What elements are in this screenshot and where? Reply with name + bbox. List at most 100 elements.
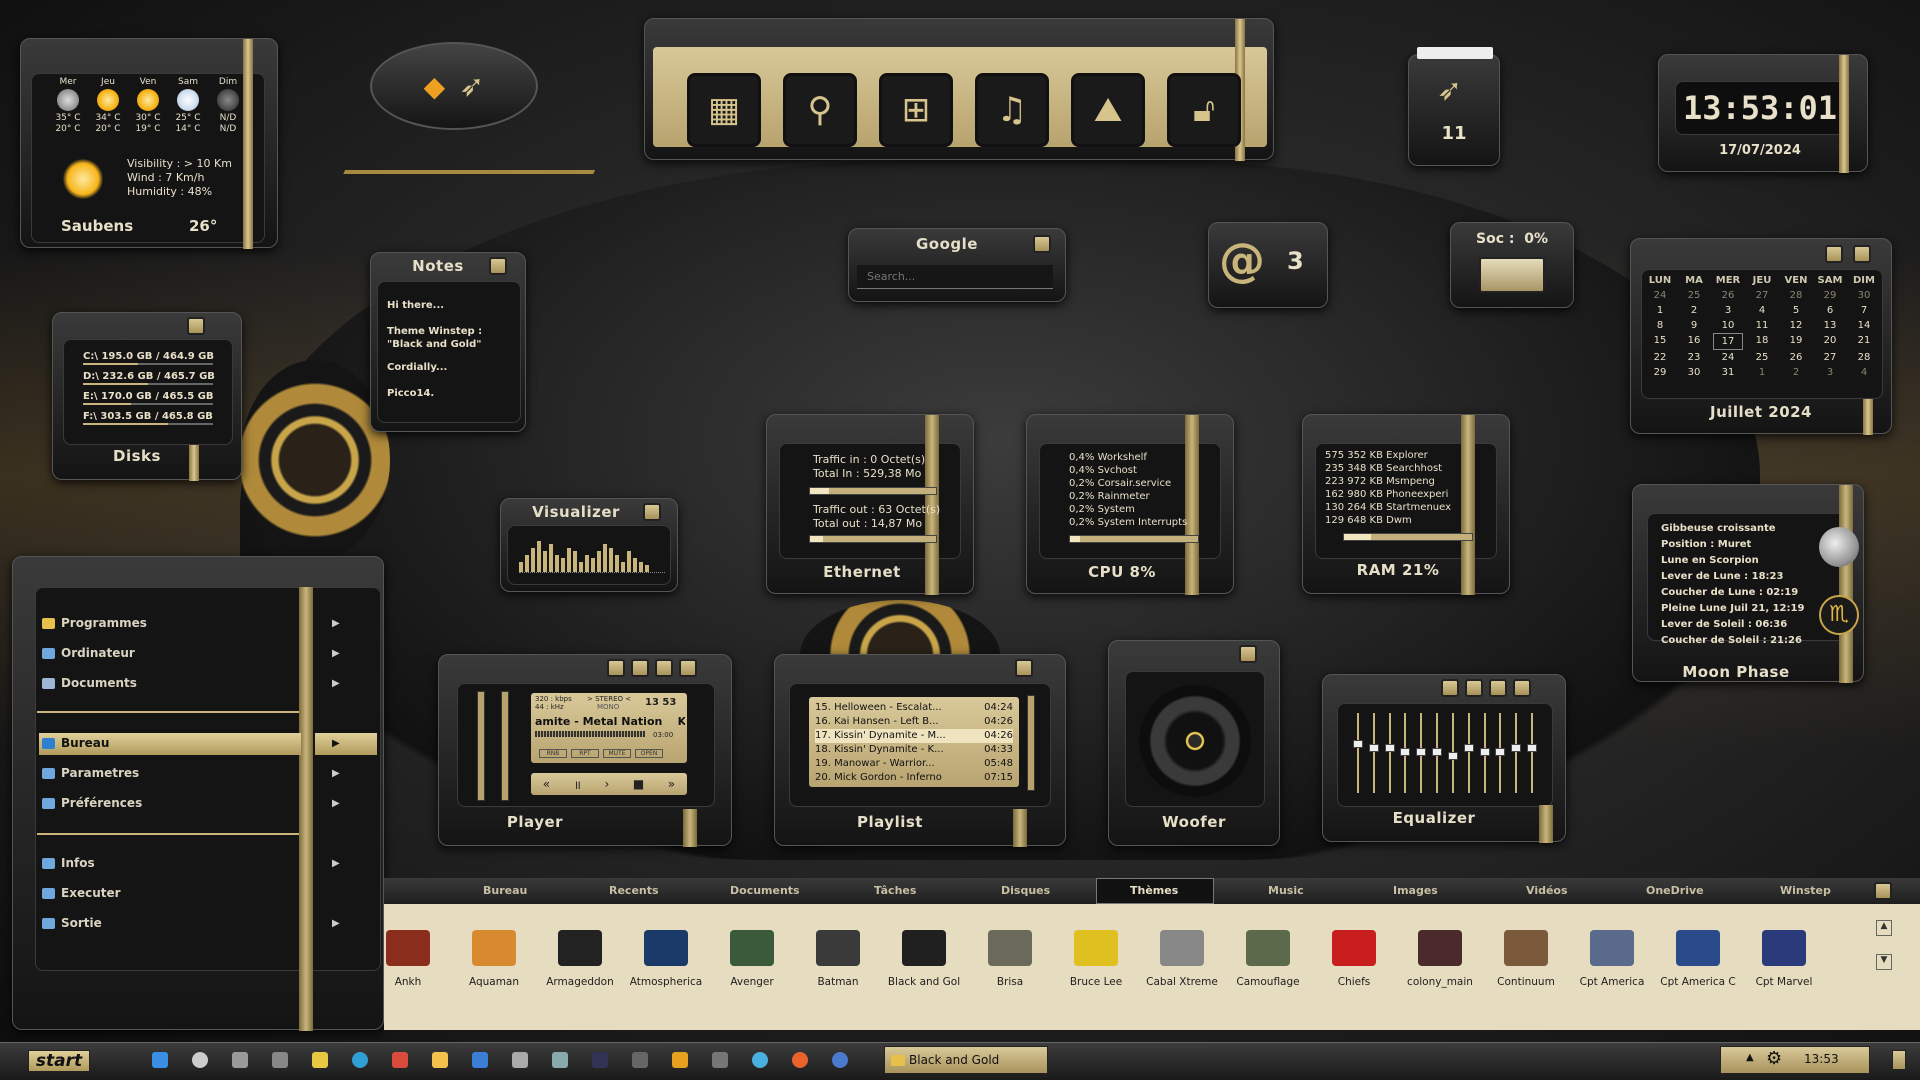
calendar-next-button[interactable] [1853, 245, 1871, 263]
theme-item[interactable]: Batman [796, 930, 880, 988]
eq-band-slider[interactable] [1400, 713, 1411, 793]
menu-item-preferences[interactable]: Préférences [42, 796, 142, 810]
menu-item-programmes[interactable]: Programmes [42, 616, 147, 630]
tab-taches[interactable]: Tâches [874, 884, 916, 897]
woofer-menu-button[interactable] [1239, 645, 1257, 663]
task-view-icon[interactable] [232, 1052, 248, 1068]
tray-clock[interactable]: 13:53 [1804, 1052, 1839, 1066]
google-menu-button[interactable] [1033, 235, 1051, 253]
eq-button-3[interactable] [1489, 679, 1507, 697]
prev-icon[interactable]: « [543, 777, 550, 791]
eq-band-slider[interactable] [1384, 713, 1395, 793]
eq-knob[interactable] [1400, 748, 1411, 757]
pause-icon[interactable]: ॥ [574, 776, 581, 793]
theme-item[interactable]: Cpt Marvel [1742, 930, 1826, 988]
scroll-up-icon[interactable]: ▲ [1876, 920, 1892, 936]
theme-item[interactable]: Cpt America [1570, 930, 1654, 988]
dock-menu-button[interactable] [1874, 882, 1892, 900]
player-button-2[interactable] [631, 659, 649, 677]
music-button[interactable]: ♫ [975, 73, 1049, 147]
tab-documents[interactable]: Documents [730, 884, 800, 897]
theme-item[interactable]: Ankh [366, 930, 450, 988]
scroll-down-icon[interactable]: ▼ [1876, 954, 1892, 970]
gear-icon[interactable]: ⚙ [1766, 1048, 1782, 1069]
chevron-up-icon[interactable]: ▲ [1746, 1052, 1754, 1063]
theme-item[interactable]: Cabal Xtreme [1140, 930, 1224, 988]
tab-music[interactable]: Music [1268, 884, 1304, 897]
eq-band-slider[interactable] [1495, 713, 1506, 793]
notes-menu-button[interactable] [489, 257, 507, 275]
theme-item[interactable]: Armageddon [538, 930, 622, 988]
app-icon[interactable] [472, 1052, 488, 1068]
eq-knob[interactable] [1368, 744, 1379, 753]
eq-band-slider[interactable] [1416, 713, 1427, 793]
google-search-input[interactable] [857, 265, 1053, 289]
calculator-icon[interactable] [512, 1052, 528, 1068]
eq-knob[interactable] [1495, 748, 1506, 757]
theme-item[interactable]: Camouflage [1226, 930, 1310, 988]
tab-videos[interactable]: Vidéos [1526, 884, 1568, 897]
player-button-1[interactable] [607, 659, 625, 677]
eq-knob[interactable] [1416, 748, 1427, 757]
calendar-day[interactable]: 15 [1645, 333, 1675, 350]
email-widget[interactable]: @ 3 [1208, 222, 1328, 308]
playlist-item[interactable]: 18. Kissin' Dynamite - K... 04:33 [815, 743, 1013, 757]
calendar-day[interactable]: 29 [1815, 288, 1845, 303]
menu-item-documents[interactable]: Documents [42, 676, 137, 690]
show-desktop-button[interactable] [1892, 1050, 1906, 1070]
calendar-day[interactable]: 28 [1849, 350, 1879, 365]
logo-oval[interactable]: ◆ ➶ [370, 42, 538, 130]
calendar-day[interactable]: 2 [1781, 365, 1811, 380]
calendar-day[interactable]: 11 [1747, 318, 1777, 333]
tab-images[interactable]: Images [1393, 884, 1438, 897]
theme-item[interactable]: Black and Gol [882, 930, 966, 988]
calendar-day[interactable]: 23 [1679, 350, 1709, 365]
theme-item[interactable]: Aquaman [452, 930, 536, 988]
eq-band-slider[interactable] [1432, 713, 1443, 793]
tools-icon[interactable] [312, 1052, 328, 1068]
player-button-3[interactable] [655, 659, 673, 677]
calendar-day[interactable]: 12 [1781, 318, 1811, 333]
calendar-day[interactable]: 19 [1781, 333, 1811, 350]
eq-band-slider[interactable] [1511, 713, 1522, 793]
eq-band-slider[interactable] [1368, 713, 1379, 793]
calendar-day[interactable]: 24 [1713, 350, 1743, 365]
windows-icon[interactable] [152, 1052, 168, 1068]
player-btn-rpt[interactable]: RPT [571, 749, 599, 758]
disk-row[interactable]: E:\ 170.0 GB / 465.5 GB [83, 391, 233, 411]
eq-knob[interactable] [1479, 748, 1490, 757]
calendar-day[interactable]: 31 [1713, 365, 1743, 380]
playlist-item[interactable]: 19. Manowar - Warrior... 05:48 [815, 757, 1013, 771]
calendar-day[interactable]: 3 [1713, 303, 1743, 318]
eq-button-1[interactable] [1441, 679, 1459, 697]
eq-knob[interactable] [1384, 744, 1395, 753]
playlist-scrollbar[interactable] [1027, 695, 1035, 791]
theme-item[interactable]: Brisa [968, 930, 1052, 988]
disk-row[interactable]: C:\ 195.0 GB / 464.9 GB [83, 351, 233, 371]
visualizer-menu-button[interactable] [643, 503, 661, 521]
player-widget[interactable]: 320 : kbps 44 : kHz > STEREO < MONO 13 5… [438, 654, 732, 847]
calendar-day[interactable]: 18 [1747, 333, 1777, 350]
folder-icon[interactable] [432, 1052, 448, 1068]
mail-widget[interactable]: ➶ 11 [1408, 47, 1500, 166]
eq-band-slider[interactable] [1463, 713, 1474, 793]
theme-item[interactable]: Chiefs [1312, 930, 1396, 988]
eq-band-slider[interactable] [1447, 713, 1458, 793]
menu-item-bureau[interactable]: Bureau [42, 736, 109, 750]
tab-recents[interactable]: Recents [609, 884, 659, 897]
calendar-day[interactable]: 14 [1849, 318, 1879, 333]
menu-item-parametres[interactable]: Parametres [42, 766, 139, 780]
playlist-item[interactable]: 20. Mick Gordon - Inferno 07:15 [815, 771, 1013, 785]
eq-band-slider[interactable] [1479, 713, 1490, 793]
eq-knob[interactable] [1447, 752, 1458, 761]
play-icon[interactable]: › [604, 777, 609, 791]
player-button-4[interactable] [679, 659, 697, 677]
calendar-day[interactable]: 22 [1645, 350, 1675, 365]
disks-widget[interactable]: C:\ 195.0 GB / 464.9 GB D:\ 232.6 GB / 46… [52, 312, 242, 481]
calendar-day[interactable]: 26 [1781, 350, 1811, 365]
steam-icon[interactable] [592, 1052, 608, 1068]
search-icon[interactable] [192, 1052, 208, 1068]
menu-item-ordinateur[interactable]: Ordinateur [42, 646, 135, 660]
menu-item-executer[interactable]: Executer [42, 886, 121, 900]
start-button[interactable]: start [28, 1050, 90, 1072]
